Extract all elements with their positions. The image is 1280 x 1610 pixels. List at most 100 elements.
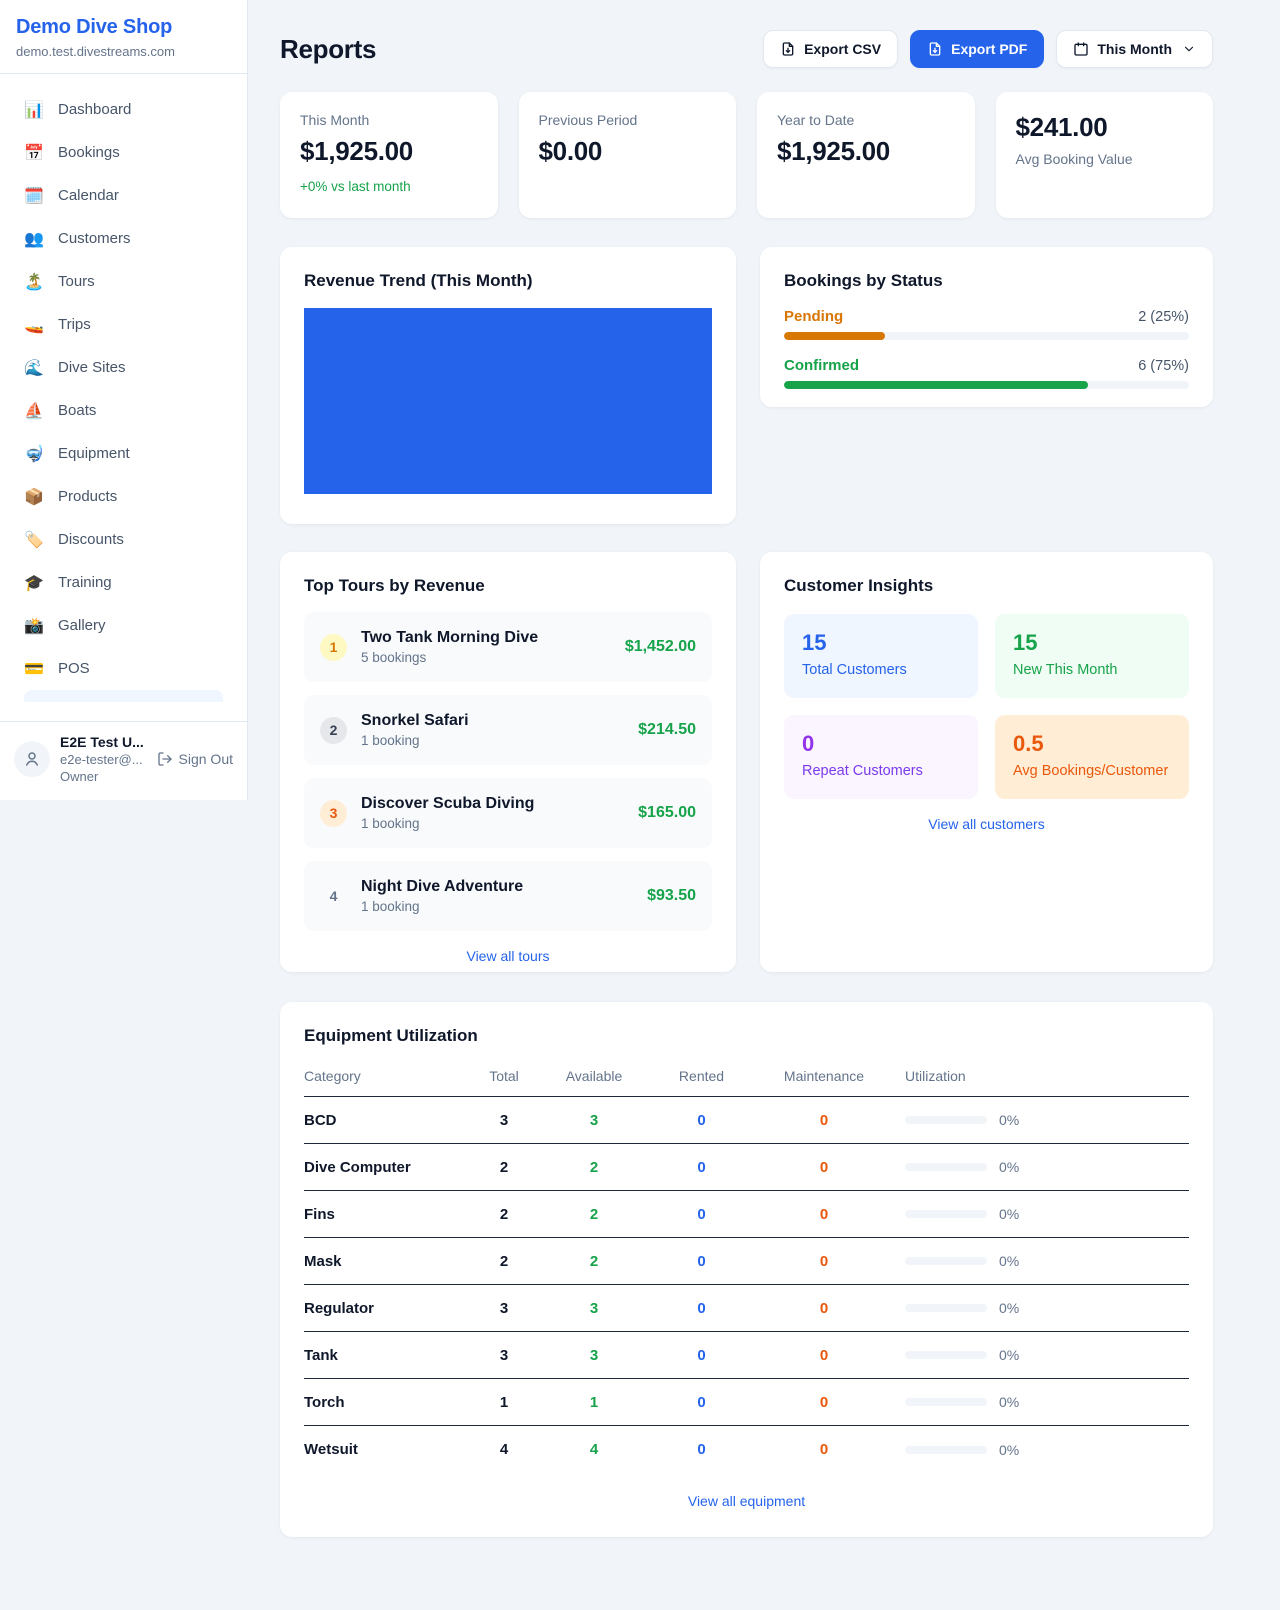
stats-row: This Month $1,925.00 +0% vs last month P…	[280, 92, 1213, 218]
sidebar-item-label: Discounts	[58, 531, 124, 548]
equipment-category: Wetsuit	[304, 1441, 464, 1458]
sidebar-item-tours[interactable]: 🏝️ Tours	[12, 260, 235, 303]
column-header-utilization: Utilization	[889, 1068, 1189, 1084]
customer-insights-title: Customer Insights	[784, 576, 1189, 596]
tour-revenue: $165.00	[638, 804, 696, 822]
top-tours-title: Top Tours by Revenue	[304, 576, 712, 596]
view-all-equipment-link[interactable]: View all equipment	[304, 1493, 1189, 1509]
sidebar-item-trips[interactable]: 🚤 Trips	[12, 303, 235, 346]
logout-icon	[157, 751, 173, 767]
stat-value: $1,925.00	[300, 136, 478, 167]
sidebar-item-equipment[interactable]: 🤿 Equipment	[12, 432, 235, 475]
equipment-maintenance: 0	[759, 1159, 889, 1176]
utilization-bar	[905, 1351, 987, 1359]
tile-value: 0	[802, 731, 960, 757]
bookings-by-status-card: Bookings by Status Pending 2 (25%) Confi…	[760, 247, 1213, 407]
sidebar-item-dashboard[interactable]: 📊 Dashboard	[12, 88, 235, 131]
tour-list: 1 Two Tank Morning Dive 5 bookings $1,45…	[304, 612, 712, 931]
table-header: Category Total Available Rented Maintena…	[304, 1068, 1189, 1097]
tile-avg-bookings: 0.5 Avg Bookings/Customer	[995, 715, 1189, 799]
export-csv-button[interactable]: Export CSV	[763, 30, 898, 68]
utilization-percent: 0%	[999, 1112, 1019, 1128]
sidebar-item-pos[interactable]: 💳 POS	[12, 647, 235, 690]
equipment-category: Tank	[304, 1347, 464, 1364]
sidebar-item-boats[interactable]: ⛵ Boats	[12, 389, 235, 432]
sidebar-item-training[interactable]: 🎓 Training	[12, 561, 235, 604]
sidebar-item-dive-sites[interactable]: 🌊 Dive Sites	[12, 346, 235, 389]
equipment-category: Mask	[304, 1253, 464, 1270]
sidebar-item-label: Training	[58, 574, 112, 591]
table-row: Fins 2 2 0 0 0%	[304, 1191, 1189, 1238]
table-row: Regulator 3 3 0 0 0%	[304, 1285, 1189, 1332]
stat-label: Year to Date	[777, 112, 955, 128]
equipment-maintenance: 0	[759, 1394, 889, 1411]
utilization-bar	[905, 1446, 987, 1454]
camera-icon: 📸	[24, 616, 44, 636]
status-count: 2 (25%)	[1138, 309, 1189, 325]
sidebar-item-discounts[interactable]: 🏷️ Discounts	[12, 518, 235, 561]
sidebar-item-products[interactable]: 📦 Products	[12, 475, 235, 518]
status-row-pending: Pending 2 (25%)	[784, 308, 1189, 340]
tour-revenue: $93.50	[647, 887, 696, 905]
equipment-utilization: 0%	[889, 1159, 1189, 1175]
sidebar-active-item-partial[interactable]	[24, 690, 223, 702]
tour-list-item[interactable]: 2 Snorkel Safari 1 booking $214.50	[304, 695, 712, 765]
user-info: E2E Test U... e2e-tester@... Owner	[60, 734, 147, 784]
sidebar-footer: E2E Test U... e2e-tester@... Owner Sign …	[0, 721, 247, 800]
equipment-available: 4	[544, 1441, 644, 1458]
tile-label: Total Customers	[802, 662, 960, 678]
tour-list-item[interactable]: 3 Discover Scuba Diving 1 booking $165.0…	[304, 778, 712, 848]
equipment-rented: 0	[644, 1206, 759, 1223]
sidebar-item-label: Trips	[58, 316, 91, 333]
tour-list-item[interactable]: 1 Two Tank Morning Dive 5 bookings $1,45…	[304, 612, 712, 682]
sidebar-item-customers[interactable]: 👥 Customers	[12, 217, 235, 260]
user-role: Owner	[60, 769, 147, 784]
page-title: Reports	[280, 34, 376, 65]
equipment-total: 3	[464, 1300, 544, 1317]
sidebar-item-calendar[interactable]: 🗓️ Calendar	[12, 174, 235, 217]
tile-label: New This Month	[1013, 662, 1171, 678]
equipment-utilization: 0%	[889, 1206, 1189, 1222]
stat-card-previous-period: Previous Period $0.00	[519, 92, 737, 218]
equipment-category: Regulator	[304, 1300, 464, 1317]
equipment-utilization-title: Equipment Utilization	[304, 1026, 1189, 1046]
rank-badge: 1	[320, 634, 347, 661]
sign-out-button[interactable]: Sign Out	[157, 751, 233, 767]
tile-value: 15	[1013, 630, 1171, 656]
export-pdf-button[interactable]: Export PDF	[910, 30, 1044, 68]
diving-mask-icon: 🤿	[24, 444, 44, 464]
status-count: 6 (75%)	[1138, 358, 1189, 374]
revenue-trend-card: Revenue Trend (This Month)	[280, 247, 736, 524]
equipment-rented: 0	[644, 1253, 759, 1270]
equipment-rented: 0	[644, 1347, 759, 1364]
stat-card-avg-booking-value: $241.00 Avg Booking Value	[996, 92, 1214, 218]
avatar	[14, 741, 50, 777]
page-header: Reports Export CSV Export PDF This Month	[280, 30, 1213, 68]
chevron-down-icon	[1182, 42, 1196, 56]
tour-bookings: 5 bookings	[361, 650, 611, 665]
equipment-total: 2	[464, 1206, 544, 1223]
progress-track	[784, 332, 1189, 340]
revenue-trend-title: Revenue Trend (This Month)	[304, 271, 712, 291]
equipment-available: 3	[544, 1300, 644, 1317]
view-all-customers-link[interactable]: View all customers	[784, 816, 1189, 832]
sidebar-item-label: Tours	[58, 273, 95, 290]
utilization-percent: 0%	[999, 1300, 1019, 1316]
period-dropdown[interactable]: This Month	[1056, 30, 1213, 68]
brand-block: Demo Dive Shop demo.test.divestreams.com	[0, 0, 247, 74]
revenue-trend-chart	[304, 308, 712, 494]
tag-icon: 🏷️	[24, 530, 44, 550]
view-all-tours-link[interactable]: View all tours	[304, 948, 712, 964]
sidebar-item-gallery[interactable]: 📸 Gallery	[12, 604, 235, 647]
sidebar-item-label: Dashboard	[58, 101, 131, 118]
sidebar-item-bookings[interactable]: 📅 Bookings	[12, 131, 235, 174]
tile-label: Repeat Customers	[802, 763, 960, 779]
utilization-bar	[905, 1163, 987, 1171]
equipment-available: 3	[544, 1112, 644, 1129]
equipment-rented: 0	[644, 1112, 759, 1129]
tour-name: Discover Scuba Diving	[361, 795, 624, 813]
column-header-maintenance: Maintenance	[759, 1068, 889, 1084]
tour-list-item[interactable]: 4 Night Dive Adventure 1 booking $93.50	[304, 861, 712, 931]
top-tours-card: Top Tours by Revenue 1 Two Tank Morning …	[280, 552, 736, 972]
sidebar-item-label: Customers	[58, 230, 131, 247]
